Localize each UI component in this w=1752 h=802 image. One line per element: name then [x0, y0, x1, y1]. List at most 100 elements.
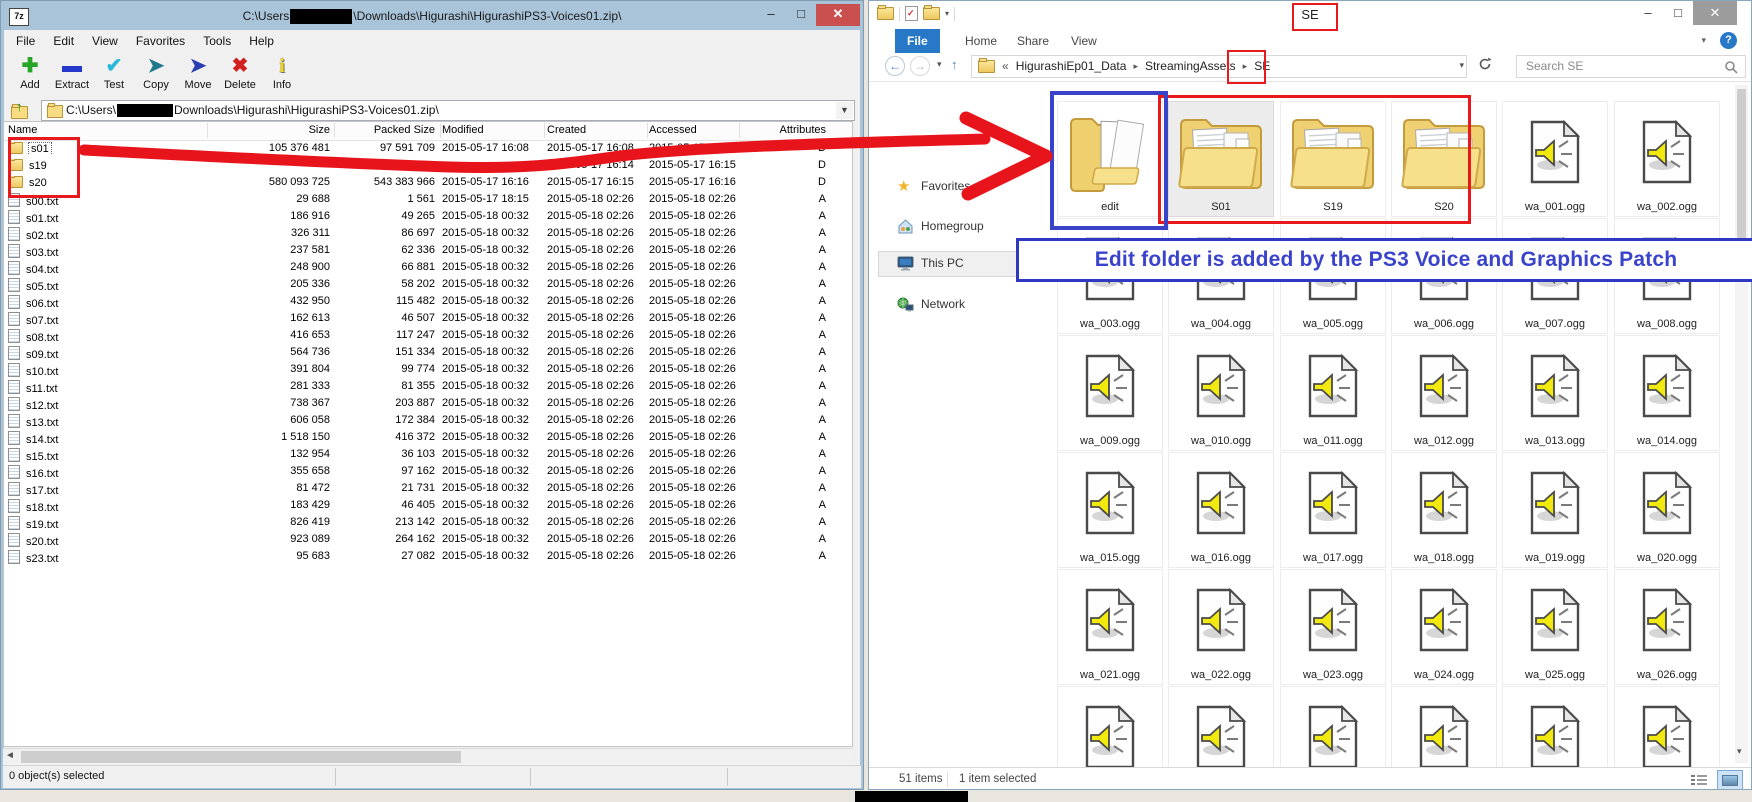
sevenzip-titlebar[interactable]: 7z C:\Users\Downloads\Higurashi\Higurash…: [2, 2, 862, 30]
item-wa_006-ogg[interactable]: wa_006.ogg: [1391, 218, 1497, 334]
col-attributes[interactable]: Attributes: [742, 124, 826, 136]
item-file[interactable]: [1614, 686, 1720, 767]
file-row[interactable]: s23.txt 95 683 27 082 2015-05-18 00:32 2…: [4, 548, 852, 565]
address-dropdown-icon[interactable]: ▼: [836, 102, 853, 119]
item-wa_007-ogg[interactable]: wa_007.ogg: [1502, 218, 1608, 334]
scroll-left-icon[interactable]: ◄: [5, 750, 15, 761]
file-row[interactable]: s07.txt 162 613 46 507 2015-05-18 00:32 …: [4, 310, 852, 327]
col-packed-size[interactable]: Packed Size: [335, 124, 435, 136]
menu-favorites[interactable]: Favorites: [127, 32, 194, 51]
search-input[interactable]: Search SE: [1516, 55, 1746, 78]
file-row[interactable]: s11.txt 281 333 81 355 2015-05-18 00:32 …: [4, 378, 852, 395]
col-modified[interactable]: Modified: [442, 124, 542, 136]
add-button[interactable]: ✚ Add: [9, 53, 51, 99]
col-created[interactable]: Created: [547, 124, 647, 136]
file-row[interactable]: s03.txt 237 581 62 336 2015-05-18 00:32 …: [4, 242, 852, 259]
vertical-scrollbar[interactable]: ▾: [1735, 85, 1748, 763]
file-row[interactable]: s12.txt 738 367 203 887 2015-05-18 00:32…: [4, 395, 852, 412]
breadcrumb-bar[interactable]: « HigurashiEp01_Data ▸ StreamingAssets ▸…: [971, 55, 1467, 78]
delete-button[interactable]: ✖ Delete: [219, 53, 261, 99]
file-row[interactable]: s02.txt 326 311 86 697 2015-05-18 00:32 …: [4, 225, 852, 242]
item-wa_019-ogg[interactable]: wa_019.ogg: [1502, 452, 1608, 568]
menu-help[interactable]: Help: [240, 32, 283, 51]
move-button[interactable]: ➤ Move: [177, 53, 219, 99]
refresh-button[interactable]: [1473, 57, 1497, 77]
item-wa_004-ogg[interactable]: wa_004.ogg: [1168, 218, 1274, 334]
minimize-button[interactable]: –: [756, 4, 786, 26]
item-wa_023-ogg[interactable]: wa_023.ogg: [1280, 569, 1386, 685]
up-folder-button[interactable]: ↑: [11, 101, 31, 119]
item-wa_015-ogg[interactable]: wa_015.ogg: [1057, 452, 1163, 568]
item-wa_010-ogg[interactable]: wa_010.ogg: [1168, 335, 1274, 451]
item-wa_012-ogg[interactable]: wa_012.ogg: [1391, 335, 1497, 451]
item-s20[interactable]: S20: [1391, 101, 1497, 217]
item-wa_018-ogg[interactable]: wa_018.ogg: [1391, 452, 1497, 568]
close-button[interactable]: ✕: [816, 4, 860, 26]
file-row[interactable]: s14.txt 1 518 150 416 372 2015-05-18 00:…: [4, 429, 852, 446]
item-wa_003-ogg[interactable]: wa_003.ogg: [1057, 218, 1163, 334]
file-row[interactable]: s19.txt 826 419 213 142 2015-05-18 00:32…: [4, 514, 852, 531]
item-wa_011-ogg[interactable]: wa_011.ogg: [1280, 335, 1386, 451]
item-s19[interactable]: S19: [1280, 101, 1386, 217]
item-wa_008-ogg[interactable]: wa_008.ogg: [1614, 218, 1720, 334]
ribbon-expand-icon[interactable]: ▾: [1701, 35, 1706, 46]
sidebar-item-homegroup[interactable]: Homegroup: [869, 215, 1049, 239]
tab-home[interactable]: Home: [953, 29, 1009, 53]
item-wa_016-ogg[interactable]: wa_016.ogg: [1168, 452, 1274, 568]
item-wa_020-ogg[interactable]: wa_020.ogg: [1614, 452, 1720, 568]
menu-edit[interactable]: Edit: [44, 32, 83, 51]
tab-share[interactable]: Share: [1005, 29, 1061, 53]
file-row[interactable]: s16.txt 355 658 97 162 2015-05-18 00:32 …: [4, 463, 852, 480]
item-s01[interactable]: S01: [1168, 101, 1274, 217]
copy-button[interactable]: ➤ Copy: [135, 53, 177, 99]
tab-file[interactable]: File: [895, 29, 940, 53]
scrollbar-thumb[interactable]: [1737, 89, 1746, 279]
crumb-se[interactable]: SE: [1254, 59, 1270, 73]
item-wa_002-ogg[interactable]: wa_002.ogg: [1614, 101, 1720, 217]
item-file[interactable]: [1057, 686, 1163, 767]
col-name[interactable]: Name: [8, 124, 204, 136]
item-wa_024-ogg[interactable]: wa_024.ogg: [1391, 569, 1497, 685]
sidebar-item-this-pc[interactable]: This PC: [879, 252, 1047, 276]
item-file[interactable]: [1502, 686, 1608, 767]
crumb-streamingassets[interactable]: StreamingAssets: [1145, 59, 1236, 73]
file-row[interactable]: s15.txt 132 954 36 103 2015-05-18 00:32 …: [4, 446, 852, 463]
item-wa_014-ogg[interactable]: wa_014.ogg: [1614, 335, 1720, 451]
file-row[interactable]: s20 580 093 725 543 383 966 2015-05-17 1…: [4, 174, 852, 191]
close-button[interactable]: ✕: [1693, 1, 1737, 25]
file-row[interactable]: s00.txt 29 688 1 561 2015-05-17 18:15 20…: [4, 191, 852, 208]
file-row[interactable]: s01 105 376 481 97 591 709 2015-05-17 16…: [4, 140, 852, 157]
file-row[interactable]: s20.txt 923 089 264 162 2015-05-18 00:32…: [4, 531, 852, 548]
menu-view[interactable]: View: [83, 32, 127, 51]
item-wa_009-ogg[interactable]: wa_009.ogg: [1057, 335, 1163, 451]
file-row[interactable]: s06.txt 432 950 115 482 2015-05-18 00:32…: [4, 293, 852, 310]
thumbnails-view-button[interactable]: [1717, 770, 1743, 790]
file-list-header[interactable]: Name Size Packed Size Modified Created A…: [4, 122, 852, 141]
help-icon[interactable]: ?: [1720, 32, 1737, 49]
recent-locations-icon[interactable]: ▾: [937, 59, 942, 70]
maximize-button[interactable]: □: [1663, 1, 1693, 25]
address-input[interactable]: C:\Users\Downloads\Higurashi\HigurashiPS…: [41, 100, 855, 121]
item-file[interactable]: [1280, 686, 1386, 767]
scroll-down-icon[interactable]: ▾: [1737, 746, 1742, 757]
details-view-button[interactable]: [1686, 770, 1712, 790]
info-button[interactable]: i Info: [261, 53, 303, 99]
sidebar-item-network[interactable]: Network: [869, 293, 1049, 317]
address-dropdown-icon[interactable]: ▾: [1459, 60, 1464, 71]
file-row[interactable]: s17.txt 81 472 21 731 2015-05-18 00:32 2…: [4, 480, 852, 497]
item-wa_025-ogg[interactable]: wa_025.ogg: [1502, 569, 1608, 685]
file-row[interactable]: s13.txt 606 058 172 384 2015-05-18 00:32…: [4, 412, 852, 429]
horizontal-scrollbar[interactable]: ◄: [3, 748, 853, 765]
up-button[interactable]: ↑: [951, 57, 958, 72]
item-wa_013-ogg[interactable]: wa_013.ogg: [1502, 335, 1608, 451]
item-wa_026-ogg[interactable]: wa_026.ogg: [1614, 569, 1720, 685]
back-button[interactable]: ←: [885, 56, 905, 76]
item-edit[interactable]: edit: [1057, 101, 1163, 217]
item-wa_017-ogg[interactable]: wa_017.ogg: [1280, 452, 1386, 568]
extract-button[interactable]: ▬ Extract: [51, 53, 93, 99]
col-accessed[interactable]: Accessed: [649, 124, 749, 136]
item-file[interactable]: [1168, 686, 1274, 767]
item-wa_022-ogg[interactable]: wa_022.ogg: [1168, 569, 1274, 685]
item-wa_001-ogg[interactable]: wa_001.ogg: [1502, 101, 1608, 217]
item-wa_005-ogg[interactable]: wa_005.ogg: [1280, 218, 1386, 334]
